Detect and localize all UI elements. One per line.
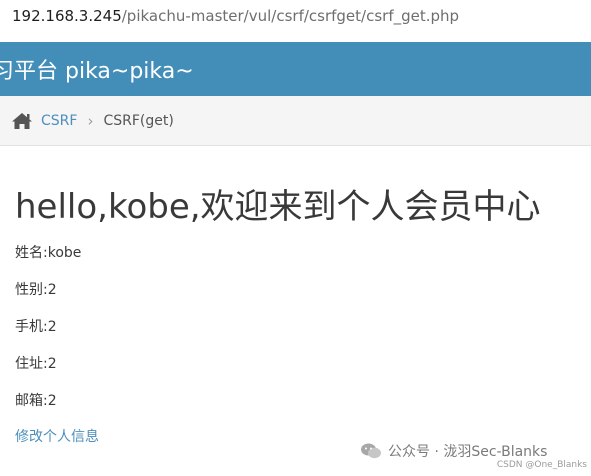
field-email: 邮箱:2 bbox=[15, 393, 57, 409]
watermark-sub: CSDN @One_Blanks bbox=[496, 460, 587, 470]
navbar: 习平台 pika~pika~ bbox=[0, 42, 591, 96]
field-name: 姓名:kobe bbox=[15, 245, 82, 261]
page: 192.168.3.245/pikachu-master/vul/csrf/cs… bbox=[0, 0, 591, 476]
content: hello,kobe,欢迎来到个人会员中心 bbox=[15, 182, 591, 232]
home-icon[interactable] bbox=[11, 112, 33, 130]
field-address: 住址:2 bbox=[15, 356, 57, 372]
url-host[interactable]: 192.168.3.245 bbox=[0, 7, 122, 25]
address-bar[interactable]: 192.168.3.245/pikachu-master/vul/csrf/cs… bbox=[0, 0, 591, 32]
brand-title[interactable]: 习平台 pika~pika~ bbox=[0, 53, 194, 85]
watermark-text: 公众号 · 泷羽Sec-Blanks bbox=[388, 444, 548, 460]
url-path[interactable]: /pikachu-master/vul/csrf/csrfget/csrf_ge… bbox=[122, 7, 459, 25]
breadcrumb-separator: › bbox=[87, 111, 94, 130]
breadcrumb: CSRF › CSRF(get) bbox=[0, 96, 591, 146]
field-gender: 性别:2 bbox=[15, 282, 57, 298]
edit-profile-link[interactable]: 修改个人信息 bbox=[15, 426, 99, 446]
welcome-heading: hello,kobe,欢迎来到个人会员中心 bbox=[15, 187, 541, 227]
watermark: 公众号 · 泷羽Sec-Blanks bbox=[360, 441, 547, 461]
breadcrumb-link-csrf[interactable]: CSRF bbox=[41, 113, 77, 129]
wechat-icon bbox=[361, 443, 381, 459]
breadcrumb-current: CSRF(get) bbox=[103, 112, 174, 129]
field-phone: 手机:2 bbox=[15, 319, 57, 335]
